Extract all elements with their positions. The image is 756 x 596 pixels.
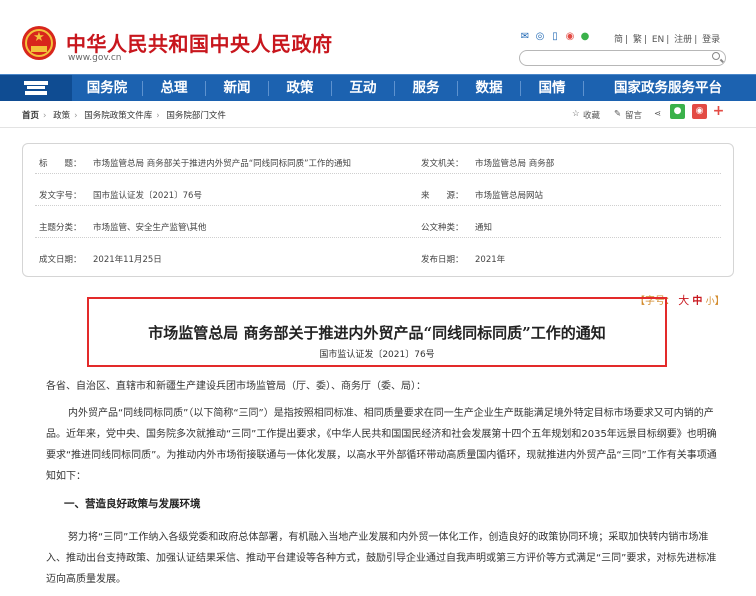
nav-item-government-service-platform[interactable]: 国家政务服务平台 bbox=[588, 75, 748, 102]
site-header: ★ 中华人民共和国中央人民政府 www.gov.cn ✉ ◎ ▯ ◉ ● 简 | … bbox=[0, 0, 756, 74]
breadcrumb: 首页 › 政策 › 国务院政策文件库 › 国务院部门文件 bbox=[22, 111, 226, 121]
breadcrumb-policy-library[interactable]: 国务院政策文件库 bbox=[84, 111, 152, 121]
meta-value-written-date: 2021年11月25日 bbox=[93, 255, 162, 265]
link-simplified[interactable]: 简 bbox=[614, 35, 623, 45]
meta-label: 发文机关： bbox=[421, 159, 464, 169]
favorite-link[interactable]: 收藏 bbox=[583, 109, 600, 121]
meta-label: 发布日期： bbox=[421, 255, 464, 265]
nav-item-news[interactable]: 新闻 bbox=[206, 75, 268, 102]
meta-value-title: 市场监管总局 商务部关于推进内外贸产品“同线同标同质”工作的通知 bbox=[93, 159, 352, 169]
wechat-icon[interactable]: ● bbox=[579, 31, 591, 43]
breadcrumb-home[interactable]: 首页 bbox=[22, 111, 39, 121]
mail-icon[interactable]: ✉ bbox=[519, 31, 531, 43]
breadcrumb-bar: 首页 › 政策 › 国务院政策文件库 › 国务院部门文件 ☆ 收藏 ✎ 留言 ⋖ bbox=[0, 101, 756, 128]
weibo-share-icon[interactable]: ◉ bbox=[692, 104, 707, 119]
meta-label: 主题分类： bbox=[39, 223, 82, 233]
breadcrumb-department-docs[interactable]: 国务院部门文件 bbox=[166, 111, 226, 121]
meta-value-category: 市场监管、安全生产监管\其他 bbox=[93, 223, 207, 233]
link-login[interactable]: 登录 bbox=[702, 35, 720, 45]
mobile-icon[interactable]: ▯ bbox=[549, 31, 561, 43]
document-meta-table: 标 题： 市场监管总局 商务部关于推进内外贸产品“同线同标同质”工作的通知 发文… bbox=[22, 143, 734, 277]
nav-item-interaction[interactable]: 互动 bbox=[332, 75, 394, 102]
breadcrumb-policy[interactable]: 政策 bbox=[53, 111, 70, 121]
section-heading: 一、营造良好政策与发展环境 bbox=[64, 498, 201, 510]
nav-item-premier[interactable]: 总理 bbox=[143, 75, 205, 102]
star-icon[interactable]: ☆ bbox=[572, 109, 580, 119]
meta-row: 发文字号： 国市监认证发〔2021〕76号 来 源： 市场监管总局网站 bbox=[35, 181, 721, 206]
salutation: 各省、自治区、直辖市和新疆生产建设兵团市场监管局（厅、委）、商务厅（委、局）： bbox=[46, 381, 426, 392]
weibo-icon[interactable]: ◉ bbox=[564, 31, 576, 43]
share-icon[interactable]: ⋖ bbox=[654, 109, 661, 119]
rss-icon[interactable]: ◎ bbox=[534, 31, 546, 43]
top-icon-group: ✉ ◎ ▯ ◉ ● bbox=[519, 31, 591, 43]
top-links: 简 | 繁 | EN | 注册 | 登录 bbox=[614, 35, 721, 45]
link-english[interactable]: EN bbox=[652, 35, 664, 45]
meta-label: 发文字号： bbox=[39, 191, 82, 201]
meta-value-issuer: 市场监管总局 商务部 bbox=[475, 159, 555, 169]
meta-label: 公文种类： bbox=[421, 223, 464, 233]
site-url: www.gov.cn bbox=[68, 53, 122, 63]
link-register[interactable]: 注册 bbox=[674, 35, 692, 45]
nav-item-data[interactable]: 数据 bbox=[458, 75, 520, 102]
pencil-icon[interactable]: ✎ bbox=[614, 109, 621, 119]
document-number: 国市监认证发〔2021〕76号 bbox=[319, 350, 435, 360]
nav-item-services[interactable]: 服务 bbox=[395, 75, 457, 102]
nav-item-national-conditions[interactable]: 国情 bbox=[521, 75, 583, 102]
meta-value-publish-date: 2021年 bbox=[475, 255, 506, 265]
meta-row: 主题分类： 市场监管、安全生产监管\其他 公文种类： 通知 bbox=[35, 213, 721, 238]
meta-label: 来 源： bbox=[421, 191, 464, 201]
nav-home-button[interactable] bbox=[0, 75, 72, 102]
tiananmen-icon bbox=[24, 81, 48, 96]
main-nav: 国务院 总理 新闻 政策 互动 服务 数据 国情 国家政务服务平台 bbox=[0, 74, 756, 102]
meta-value-source: 市场监管总局网站 bbox=[475, 191, 544, 201]
paragraph-section-1: 努力将“三同”工作纳入各级党委和政府总体部署，有机融入当地产业发展和内外贸一体化… bbox=[46, 532, 717, 585]
paragraph-intro: 内外贸产品“同线同标同质”（以下简称“三同”）是指按照相同标准、相同质量要求在同… bbox=[46, 408, 717, 482]
wechat-share-icon[interactable]: ● bbox=[670, 104, 685, 119]
link-traditional[interactable]: 繁 bbox=[633, 35, 642, 45]
meta-row: 标 题： 市场监管总局 商务部关于推进内外贸产品“同线同标同质”工作的通知 发文… bbox=[35, 149, 721, 174]
meta-label: 成文日期： bbox=[39, 255, 82, 265]
search-icon[interactable] bbox=[712, 52, 720, 60]
more-share-icon[interactable]: + bbox=[711, 104, 726, 119]
document-title: 市场监管总局 商务部关于推进内外贸产品“同线同标同质”工作的通知 bbox=[148, 324, 606, 342]
comment-link[interactable]: 留言 bbox=[625, 109, 642, 121]
font-size-large[interactable]: 大 bbox=[678, 294, 689, 307]
nav-item-policy[interactable]: 政策 bbox=[269, 75, 331, 102]
national-emblem-icon[interactable]: ★ bbox=[22, 26, 56, 60]
meta-row: 成文日期： 2021年11月25日 发布日期： 2021年 bbox=[35, 245, 721, 269]
font-size-medium[interactable]: 中 bbox=[692, 296, 702, 307]
meta-value-doc-type: 通知 bbox=[475, 223, 493, 233]
meta-value-doc-number: 国市监认证发〔2021〕76号 bbox=[93, 191, 202, 201]
search-input[interactable] bbox=[519, 50, 726, 66]
font-size-small[interactable]: 小 bbox=[706, 297, 715, 307]
nav-item-state-council[interactable]: 国务院 bbox=[72, 75, 142, 102]
meta-label: 标 题： bbox=[39, 159, 82, 169]
